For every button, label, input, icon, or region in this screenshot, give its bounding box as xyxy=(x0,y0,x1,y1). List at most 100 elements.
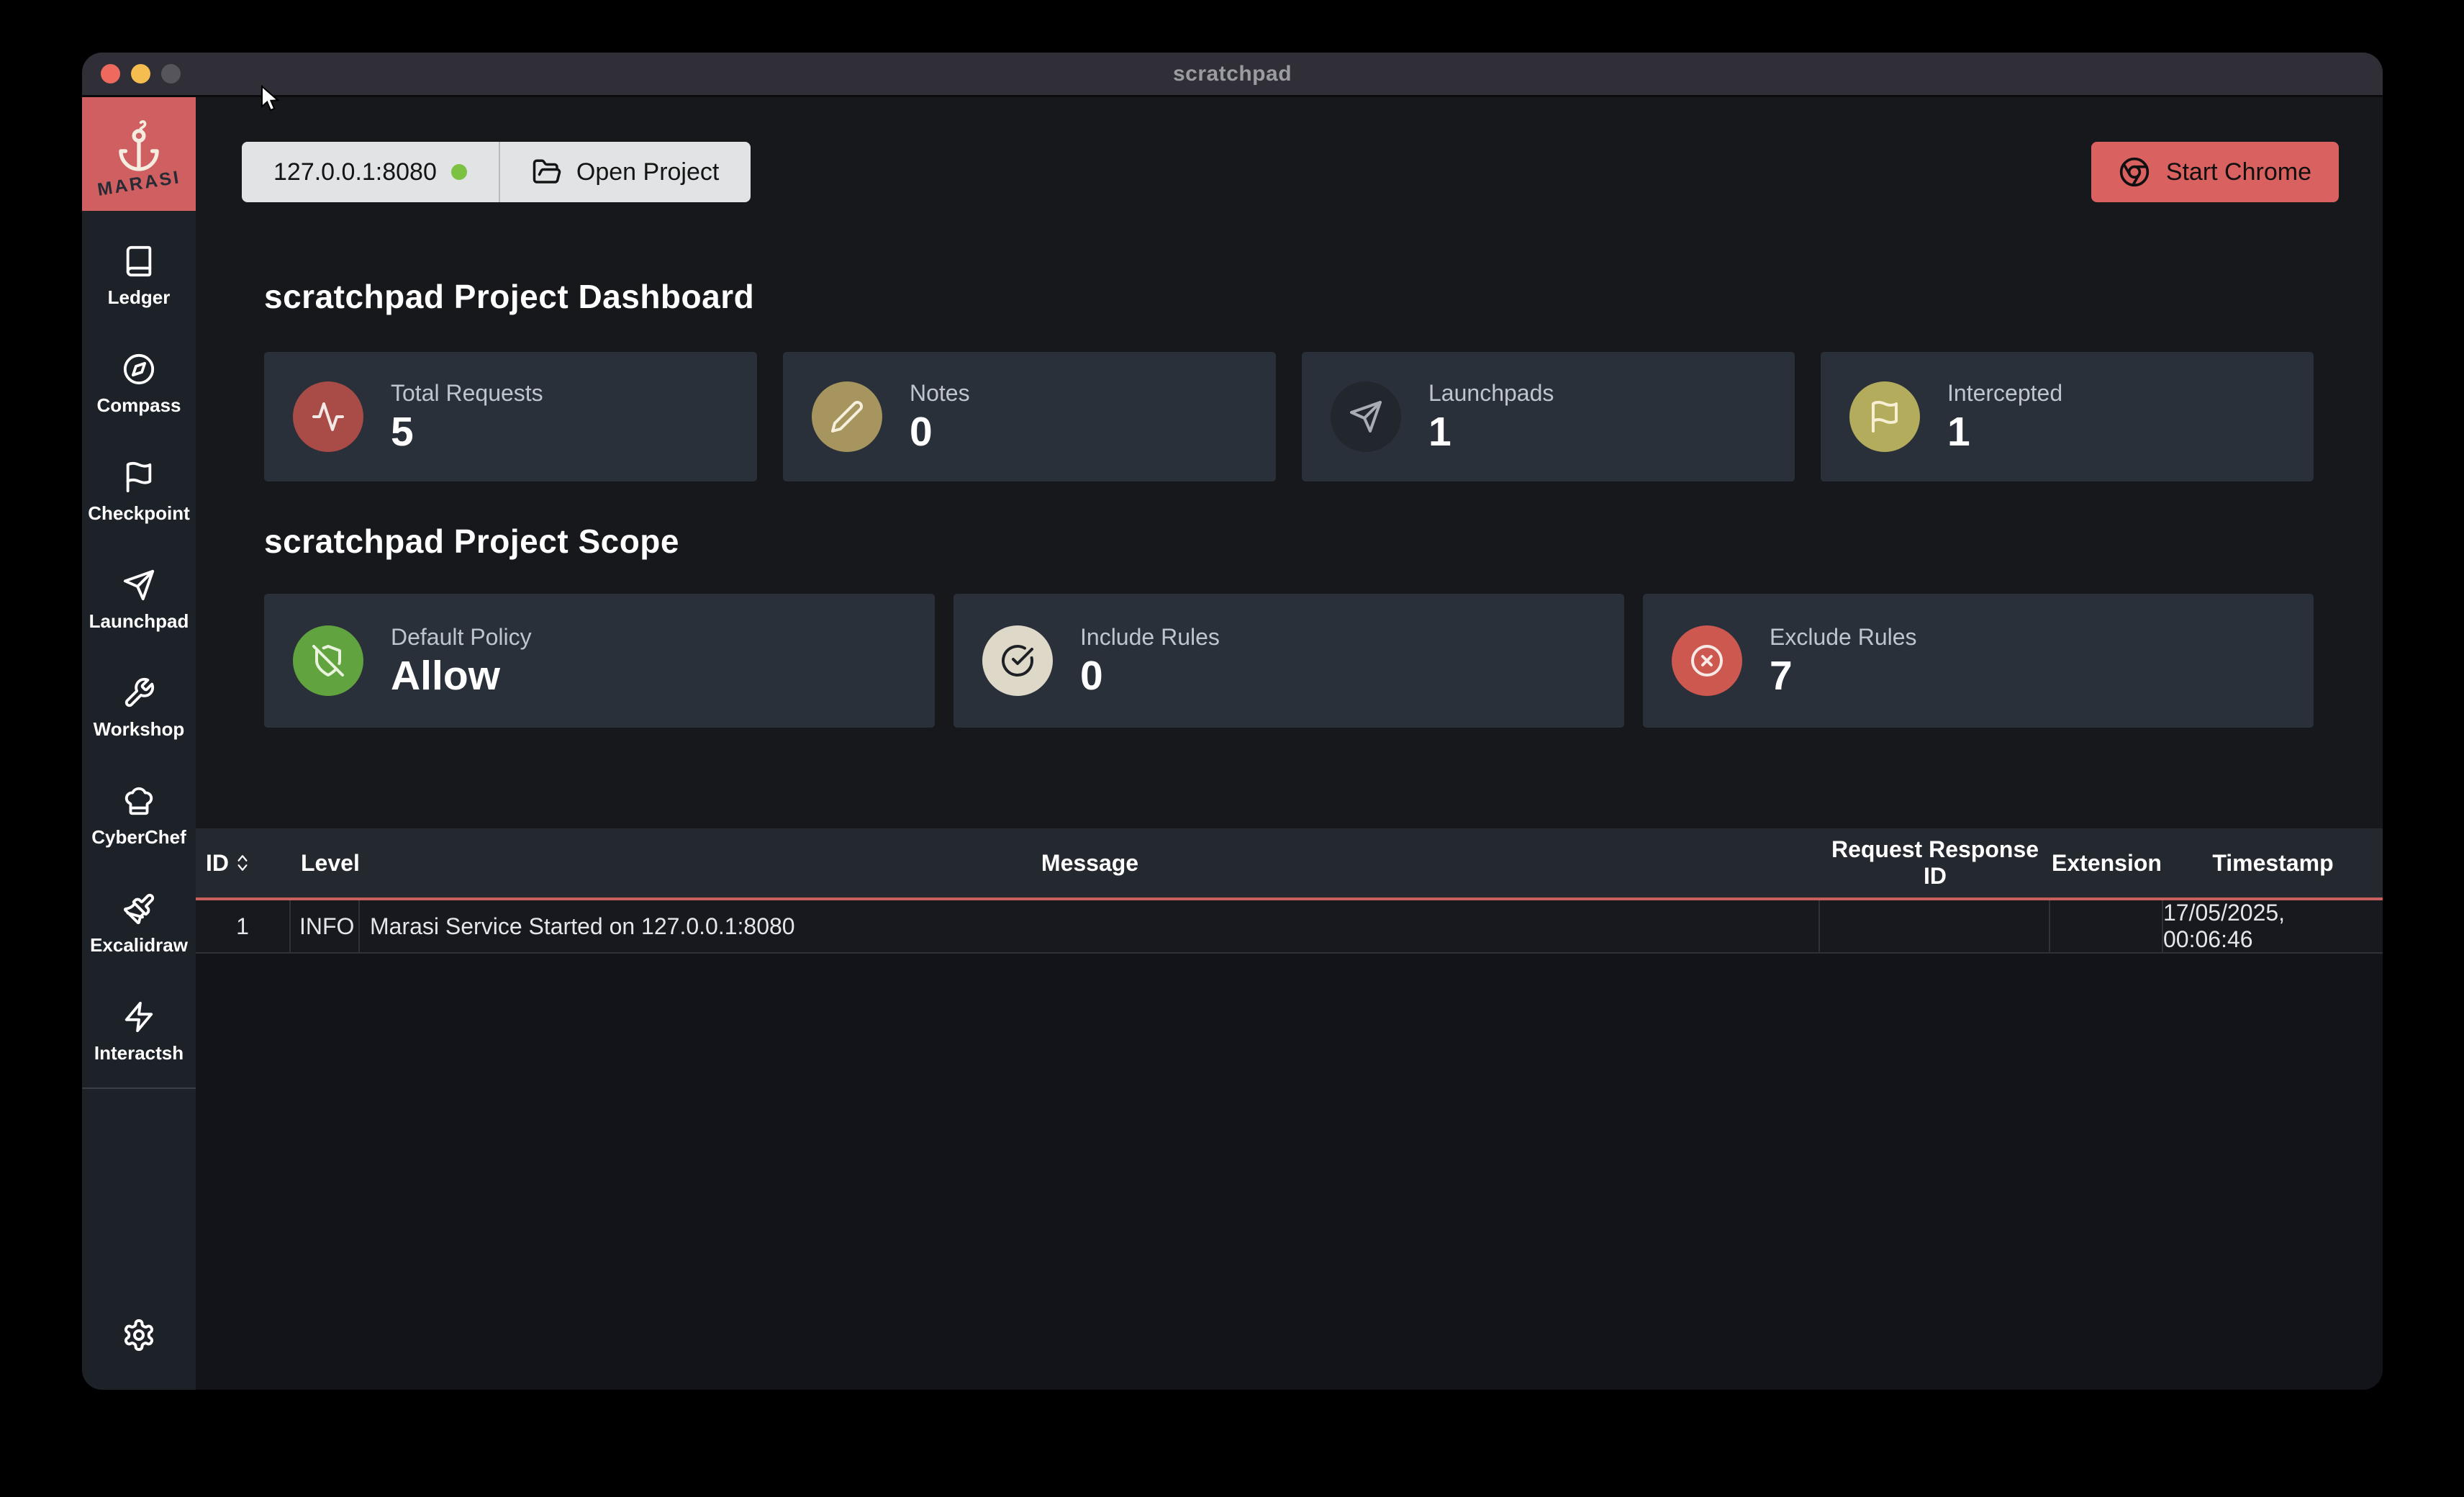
column-header-extension[interactable]: Extension xyxy=(2050,850,2163,877)
dashboard-section: scratchpad Project Dashboard Total Reque… xyxy=(196,202,2383,728)
column-header-message[interactable]: Message xyxy=(360,850,1820,877)
shield-off-icon xyxy=(311,643,345,678)
column-header-level[interactable]: Level xyxy=(291,850,360,877)
flag-icon xyxy=(1867,399,1902,434)
marasi-logo: MARASI xyxy=(82,97,196,211)
sidebar-item-interactsh[interactable]: Interactsh xyxy=(82,978,196,1086)
sidebar-item-label: Interactsh xyxy=(94,1042,184,1064)
stat-icon-circle xyxy=(1331,381,1401,452)
sort-icon xyxy=(233,854,252,872)
gear-icon xyxy=(122,1318,156,1352)
scope-value: 0 xyxy=(1080,655,1220,698)
stat-card-launchpads: Launchpads 1 xyxy=(1302,352,1795,481)
sidebar-item-label: Checkpoint xyxy=(88,502,190,525)
sidebar-item-launchpad[interactable]: Launchpad xyxy=(82,546,196,654)
zoom-window-button[interactable] xyxy=(161,64,181,83)
stat-label: Launchpads xyxy=(1428,380,1554,407)
close-window-button[interactable] xyxy=(101,64,120,83)
activity-icon xyxy=(311,399,345,434)
sidebar-divider xyxy=(82,1087,196,1089)
mouse-cursor xyxy=(261,85,285,114)
traffic-lights xyxy=(101,53,181,95)
cell-level: INFO xyxy=(291,900,360,952)
start-chrome-button[interactable]: Start Chrome xyxy=(2091,142,2339,202)
minimize-window-button[interactable] xyxy=(131,64,150,83)
sidebar-item-ledger[interactable]: Ledger xyxy=(82,222,196,330)
stat-icon-circle xyxy=(293,381,363,452)
log-table-header: ID Level Message Request Response ID Ext… xyxy=(196,828,2383,900)
wrench-icon xyxy=(122,677,155,710)
column-header-id[interactable]: ID xyxy=(196,850,291,877)
compass-icon xyxy=(122,353,155,386)
title-bar: scratchpad xyxy=(82,53,2383,97)
stat-label: Total Requests xyxy=(391,380,543,407)
cell-request-response-id xyxy=(1820,900,2050,952)
dashboard-title: scratchpad Project Dashboard xyxy=(264,277,2314,316)
scope-label: Include Rules xyxy=(1080,624,1220,651)
open-project-button[interactable]: Open Project xyxy=(500,142,751,202)
scope-card-exclude-rules: Exclude Rules 7 xyxy=(1643,594,2314,728)
scope-card-include-rules: Include Rules 0 xyxy=(954,594,1624,728)
book-icon xyxy=(122,245,155,278)
stat-icon-circle xyxy=(1849,381,1920,452)
stats-row: Total Requests 5 Notes 0 xyxy=(264,352,2314,481)
anchor-icon xyxy=(116,119,162,172)
chrome-icon xyxy=(2119,156,2150,188)
sidebar-item-cyberchef[interactable]: CyberChef xyxy=(82,762,196,870)
log-table: ID Level Message Request Response ID Ext… xyxy=(196,828,2383,1390)
column-header-timestamp[interactable]: Timestamp xyxy=(2163,850,2383,877)
sidebar-item-label: CyberChef xyxy=(91,826,186,849)
stat-icon-circle xyxy=(812,381,882,452)
cell-timestamp: 17/05/2025, 00:06:46 xyxy=(2163,900,2383,952)
open-project-label: Open Project xyxy=(576,158,719,186)
scope-icon-circle xyxy=(982,625,1053,696)
stat-value: 0 xyxy=(910,411,970,454)
log-table-empty-area xyxy=(196,954,2383,1390)
cell-extension xyxy=(2050,900,2163,952)
stat-label: Notes xyxy=(910,380,970,407)
zap-icon xyxy=(122,1000,155,1034)
proxy-status-dot xyxy=(451,164,467,180)
sidebar-nav: Ledger Compass Checkpoint Launchpad xyxy=(82,222,196,1086)
cell-message: Marasi Service Started on 127.0.0.1:8080 xyxy=(360,900,1820,952)
stat-value: 1 xyxy=(1428,411,1554,454)
log-table-row[interactable]: 1 INFO Marasi Service Started on 127.0.0… xyxy=(196,900,2383,954)
sidebar-item-excalidraw[interactable]: Excalidraw xyxy=(82,870,196,978)
proxy-address: 127.0.0.1:8080 xyxy=(273,158,437,186)
sidebar-item-compass[interactable]: Compass xyxy=(82,330,196,438)
folder-open-icon xyxy=(532,157,562,187)
x-circle-icon xyxy=(1690,643,1724,678)
scope-label: Exclude Rules xyxy=(1770,624,1917,651)
stat-card-total-requests: Total Requests 5 xyxy=(264,352,757,481)
logo-text: MARASI xyxy=(96,167,182,201)
sidebar: MARASI Ledger Compass Checkpoint xyxy=(82,97,196,1390)
project-controls: 127.0.0.1:8080 Open Project xyxy=(242,142,751,202)
column-header-request-response-id[interactable]: Request Response ID xyxy=(1820,836,2050,890)
check-circle-icon xyxy=(1000,643,1035,678)
stat-card-intercepted: Intercepted 1 xyxy=(1821,352,2314,481)
sidebar-item-label: Ledger xyxy=(108,286,171,309)
sidebar-item-label: Launchpad xyxy=(89,610,189,633)
scope-row: Default Policy Allow Include Rules 0 xyxy=(264,594,2314,728)
proxy-address-button[interactable]: 127.0.0.1:8080 xyxy=(242,142,499,202)
top-toolbar: 127.0.0.1:8080 Open Project Start Chrome xyxy=(242,142,2339,202)
sidebar-item-checkpoint[interactable]: Checkpoint xyxy=(82,438,196,546)
send-icon xyxy=(122,569,155,602)
stat-card-notes: Notes 0 xyxy=(783,352,1276,481)
scope-value: 7 xyxy=(1770,655,1917,698)
scope-icon-circle xyxy=(293,625,363,696)
sidebar-item-workshop[interactable]: Workshop xyxy=(82,654,196,762)
send-icon xyxy=(1349,399,1383,434)
sidebar-item-label: Compass xyxy=(96,394,181,417)
sidebar-item-label: Workshop xyxy=(94,718,185,741)
paintbrush-icon xyxy=(122,892,155,926)
scope-icon-circle xyxy=(1672,625,1742,696)
settings-button[interactable] xyxy=(122,1318,156,1352)
cell-id: 1 xyxy=(196,900,291,952)
scope-label: Default Policy xyxy=(391,624,532,651)
sidebar-item-label: Excalidraw xyxy=(90,934,188,956)
flag-icon xyxy=(122,461,155,494)
stat-value: 5 xyxy=(391,411,543,454)
scope-value: Allow xyxy=(391,655,532,698)
stat-label: Intercepted xyxy=(1947,380,2062,407)
